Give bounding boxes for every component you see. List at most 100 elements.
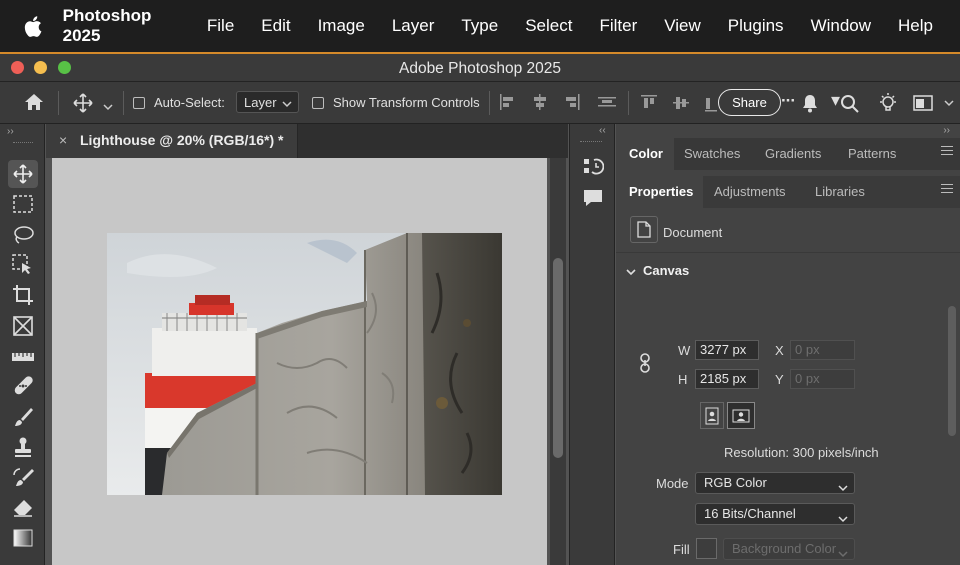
more-menu-glyph[interactable]: ▾ [831, 90, 840, 111]
align-bottom-icon[interactable] [705, 94, 717, 115]
bell-icon[interactable] [801, 93, 819, 116]
fill-dropdown[interactable]: Background Color [723, 538, 855, 560]
auto-select-value: Layer [244, 94, 277, 110]
bit-depth-value: 16 Bits/Channel [704, 506, 796, 521]
menu-layer[interactable]: Layer [392, 16, 435, 36]
crop-tool-icon[interactable] [8, 281, 38, 309]
menu-filter[interactable]: Filter [599, 16, 637, 36]
panel-menu-icon[interactable] [941, 184, 953, 193]
menu-help[interactable]: Help [898, 16, 933, 36]
collapse-panels-icon[interactable]: ›› [943, 125, 950, 136]
align-left-icon[interactable] [499, 94, 517, 113]
link-icon[interactable] [638, 353, 652, 378]
canvas-area[interactable] [46, 158, 548, 565]
align-top-icon[interactable] [641, 94, 657, 115]
frame-tool-icon[interactable] [8, 312, 38, 340]
eraser-tool-icon[interactable] [8, 494, 38, 522]
lightbulb-icon[interactable] [877, 91, 899, 118]
tab-libraries[interactable]: Libraries [815, 184, 865, 199]
landscape-orientation-icon[interactable] [727, 402, 755, 429]
search-icon[interactable] [840, 94, 860, 117]
x-label: X [775, 343, 784, 358]
menu-window[interactable]: Window [811, 16, 871, 36]
document-tab[interactable]: × Lighthouse @ 20% (RGB/16*) * [46, 124, 298, 158]
fill-value: Background Color [732, 541, 837, 556]
tab-color[interactable]: Color [629, 146, 663, 161]
chevron-down-icon [838, 509, 848, 529]
show-transform-checkbox[interactable] [312, 97, 324, 109]
menu-type[interactable]: Type [461, 16, 498, 36]
menu-file[interactable]: File [207, 16, 234, 36]
scrollbar-thumb[interactable] [553, 258, 563, 458]
tab-gradients[interactable]: Gradients [765, 146, 821, 161]
width-field[interactable]: 3277 px [695, 340, 759, 360]
photoshop-window: Adobe Photoshop 2025 Auto-Select: Layer … [0, 52, 960, 565]
canvas-section-header[interactable]: Canvas [643, 263, 689, 278]
close-tab-icon[interactable]: × [59, 132, 67, 148]
history-brush-tool-icon[interactable] [8, 464, 38, 492]
bit-depth-dropdown[interactable]: 16 Bits/Channel [695, 503, 855, 525]
distribute-vertical-icon[interactable] [598, 94, 616, 113]
document-tab-bar: × Lighthouse @ 20% (RGB/16*) * [46, 124, 568, 158]
home-icon[interactable] [23, 92, 45, 115]
align-horizontal-center-icon[interactable] [531, 94, 549, 113]
menu-plugins[interactable]: Plugins [728, 16, 784, 36]
auto-select-dropdown[interactable]: Layer [236, 91, 299, 113]
align-right-icon[interactable] [563, 94, 581, 113]
brush-tool-icon[interactable] [8, 403, 38, 431]
mode-value: RGB Color [704, 475, 767, 490]
menu-image[interactable]: Image [318, 16, 365, 36]
title-bar: Adobe Photoshop 2025 [0, 54, 960, 82]
move-tool-icon[interactable] [8, 160, 38, 188]
y-field[interactable]: 0 px [790, 369, 855, 389]
comment-icon[interactable] [582, 188, 604, 213]
color-panel-tabs: Color Swatches Gradients Patterns [616, 138, 960, 170]
chevron-down-icon[interactable] [944, 95, 954, 110]
x-field[interactable]: 0 px [790, 340, 855, 360]
gradient-tool-icon[interactable] [8, 524, 38, 552]
height-field[interactable]: 2185 px [695, 369, 759, 389]
portrait-orientation-icon[interactable] [700, 402, 724, 429]
history-icon[interactable] [582, 156, 605, 183]
tab-patterns[interactable]: Patterns [848, 146, 896, 161]
object-select-tool-icon[interactable] [8, 251, 38, 279]
lasso-tool-icon[interactable] [8, 221, 38, 249]
healing-brush-tool-icon[interactable] [8, 372, 38, 400]
apple-icon[interactable] [24, 15, 44, 37]
menu-view[interactable]: View [664, 16, 701, 36]
canvas-vertical-scrollbar[interactable] [550, 158, 566, 565]
tools-panel: ›› [0, 124, 45, 565]
share-button[interactable]: Share [718, 89, 781, 116]
menu-select[interactable]: Select [525, 16, 572, 36]
collapse-toolbar-icon[interactable]: ›› [7, 126, 14, 137]
menu-edit[interactable]: Edit [261, 16, 290, 36]
tab-swatches[interactable]: Swatches [684, 146, 740, 161]
toolbar-grip[interactable] [13, 142, 33, 143]
chevron-down-icon[interactable] [626, 263, 636, 281]
workspace-icon[interactable] [913, 95, 933, 114]
fill-color-swatch[interactable] [696, 538, 717, 559]
macos-menu-bar: Photoshop 2025 File Edit Image Layer Typ… [0, 0, 960, 52]
y-label: Y [775, 372, 784, 387]
panel-menu-icon[interactable] [941, 146, 953, 155]
expand-dock-icon[interactable]: ‹‹ [599, 125, 606, 136]
lighthouse-photo[interactable] [107, 233, 502, 495]
tab-properties[interactable]: Properties [629, 184, 693, 199]
properties-scrollbar-thumb[interactable] [948, 306, 956, 436]
clone-stamp-tool-icon[interactable] [8, 433, 38, 461]
chevron-down-icon[interactable] [103, 99, 113, 114]
app-menu[interactable]: Photoshop 2025 [63, 6, 180, 46]
dock-grip[interactable] [580, 141, 602, 142]
tab-adjustments[interactable]: Adjustments [714, 184, 786, 199]
pasteboard[interactable] [52, 158, 547, 565]
show-transform-label: Show Transform Controls [333, 95, 480, 110]
marquee-tool-icon[interactable] [8, 190, 38, 218]
auto-select-checkbox[interactable] [133, 97, 145, 109]
move-tool-preset-icon[interactable] [72, 92, 94, 117]
more-options-icon[interactable]: ··· [781, 91, 796, 111]
align-vertical-center-icon[interactable] [673, 94, 689, 115]
mode-dropdown[interactable]: RGB Color [695, 472, 855, 494]
width-label: W [678, 343, 691, 358]
ruler-tool-icon[interactable] [8, 342, 38, 370]
chevron-down-icon [282, 96, 292, 111]
